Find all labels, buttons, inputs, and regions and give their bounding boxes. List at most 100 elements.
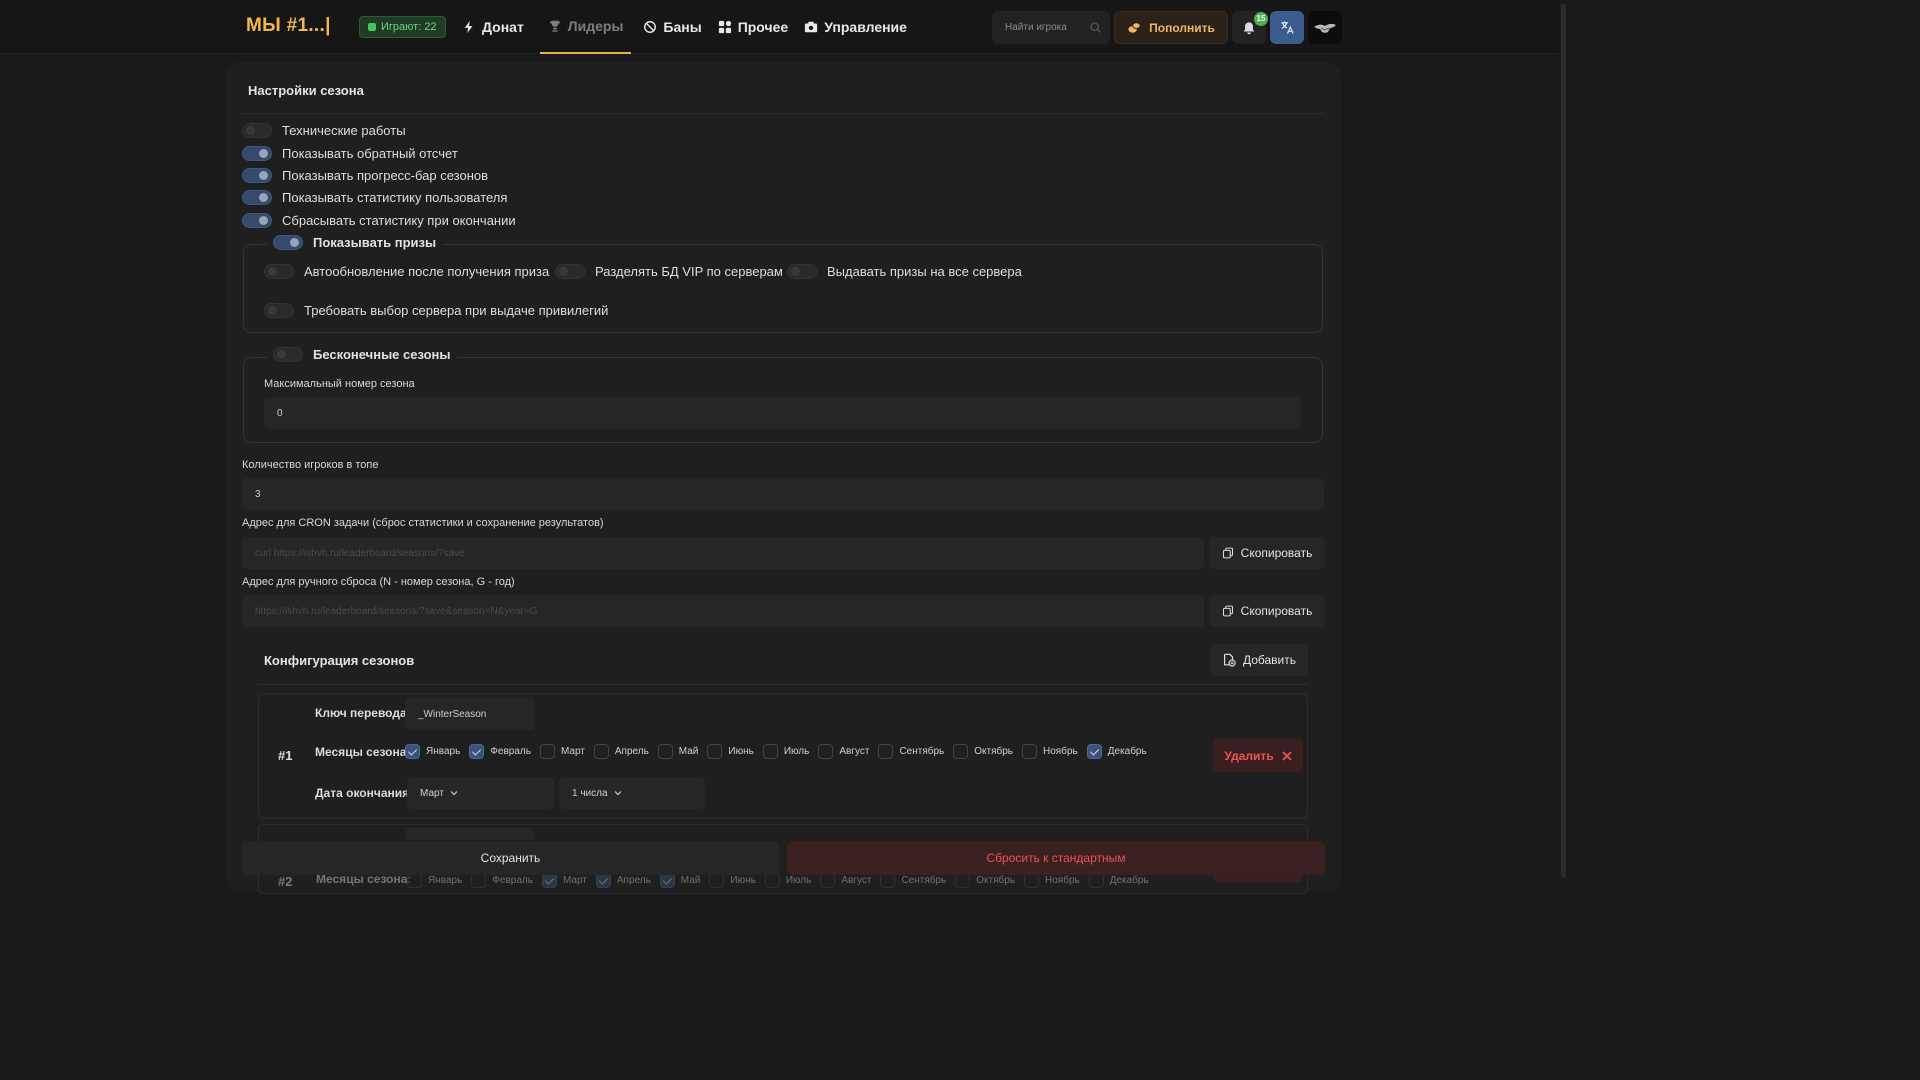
player-search[interactable]: [992, 11, 1110, 44]
end-day-select[interactable]: 1 числа: [559, 777, 705, 809]
delete-season-button[interactable]: Удалить: [1213, 739, 1303, 772]
toggle-switch[interactable]: [242, 168, 272, 183]
checkbox[interactable]: [469, 744, 485, 759]
translation-key-input[interactable]: [405, 828, 535, 840]
checkbox[interactable]: [657, 744, 673, 759]
toggle-switch[interactable]: [273, 347, 303, 362]
month-checkbox-jun[interactable]: Июнь: [707, 744, 754, 759]
month-checkbox-oct[interactable]: Октябрь: [955, 873, 1015, 888]
checkbox[interactable]: [953, 744, 969, 759]
toggle-switch[interactable]: [242, 146, 272, 161]
month-checkbox-sep[interactable]: Сентябрь: [878, 744, 944, 759]
end-month-select[interactable]: Март: [407, 777, 554, 809]
max-season-input[interactable]: 0: [264, 397, 1301, 429]
checkbox[interactable]: [1086, 744, 1102, 759]
topup-button[interactable]: Пополнить: [1114, 11, 1228, 44]
add-season-button[interactable]: Добавить: [1210, 644, 1308, 676]
translation-key-input[interactable]: _WinterSeason: [405, 698, 535, 730]
top-count-input[interactable]: 3: [242, 478, 1324, 510]
checkbox[interactable]: [762, 744, 778, 759]
nav-item-leaders[interactable]: Лидеры: [539, 0, 632, 54]
notifications-button[interactable]: 15: [1232, 11, 1268, 44]
toggle-switch[interactable]: [242, 213, 272, 228]
toggle-maintenance[interactable]: Технические работы: [242, 123, 406, 138]
site-logo[interactable]: МЫ #1...|: [246, 15, 331, 37]
month-checkbox-feb[interactable]: Февраль: [469, 744, 531, 759]
month-checkbox-nov[interactable]: Ноябрь: [1022, 744, 1078, 759]
checkbox[interactable]: [880, 873, 896, 888]
toggle-countdown[interactable]: Показывать обратный отсчет: [242, 146, 458, 161]
nav-item-donate[interactable]: Донат: [454, 0, 532, 54]
month-checkbox-apr[interactable]: Апрель: [595, 873, 651, 888]
reset-defaults-button[interactable]: Сбросить к стандартным: [787, 841, 1325, 875]
checkbox[interactable]: [1088, 873, 1104, 888]
checkbox[interactable]: [878, 744, 894, 759]
toggle-all-servers[interactable]: Выдавать призы на все сервера: [787, 264, 1022, 279]
month-checkbox-jan[interactable]: Январь: [407, 873, 462, 888]
toggle-switch[interactable]: [273, 235, 303, 250]
season-number: #2: [278, 874, 293, 889]
search-input[interactable]: [1005, 22, 1085, 33]
checkbox[interactable]: [709, 873, 725, 888]
copy-cron-button[interactable]: Скопировать: [1209, 537, 1325, 569]
month-checkbox-jun[interactable]: Июнь: [709, 873, 756, 888]
month-checkbox-apr[interactable]: Апрель: [593, 744, 649, 759]
user-avatar[interactable]: [1308, 11, 1342, 44]
month-checkbox-jul[interactable]: Июль: [762, 744, 809, 759]
checkbox[interactable]: [1024, 873, 1040, 888]
toggle-require-server[interactable]: Требовать выбор сервера при выдаче приви…: [264, 303, 608, 318]
checkbox[interactable]: [471, 873, 487, 888]
month-checkbox-dec[interactable]: Декабрь: [1088, 873, 1149, 888]
checkbox[interactable]: [820, 873, 836, 888]
checkbox[interactable]: [818, 744, 834, 759]
month-checkbox-dec[interactable]: Декабрь: [1086, 744, 1147, 759]
month-checkbox-aug[interactable]: Август: [818, 744, 869, 759]
checkbox[interactable]: [707, 744, 723, 759]
month-checkbox-mar[interactable]: Март: [541, 873, 587, 888]
toggle-infinite-seasons[interactable]: Бесконечные сезоны: [267, 347, 457, 362]
checkbox[interactable]: [1022, 744, 1038, 759]
scrollbar-thumb[interactable]: [1561, 4, 1566, 878]
nav-item-bans[interactable]: Баны: [635, 0, 709, 54]
toggle-show-prizes[interactable]: Показывать призы: [267, 235, 443, 250]
language-button[interactable]: [1270, 11, 1304, 44]
copy-manual-button[interactable]: Скопировать: [1209, 595, 1325, 627]
toggle-reset-stats[interactable]: Сбрасывать статистику при окончании: [242, 213, 516, 228]
save-button[interactable]: Сохранить: [242, 841, 779, 875]
toggle-switch[interactable]: [264, 264, 294, 279]
checkbox[interactable]: [955, 873, 971, 888]
month-checkbox-jan[interactable]: Январь: [405, 744, 460, 759]
checkbox[interactable]: [541, 873, 557, 888]
month-checkbox-may[interactable]: Май: [659, 873, 700, 888]
toggle-switch[interactable]: [555, 264, 585, 279]
month-checkbox-mar[interactable]: Март: [539, 744, 585, 759]
checkbox[interactable]: [764, 873, 780, 888]
nav-item-other[interactable]: Прочее: [710, 0, 797, 54]
toggle-switch[interactable]: [264, 303, 294, 318]
toggle-user-stats[interactable]: Показывать статистику пользователя: [242, 190, 507, 205]
search-icon[interactable]: [1089, 21, 1102, 34]
prizes-fieldset: [243, 244, 1323, 333]
checkbox[interactable]: [659, 873, 675, 888]
toggle-auto-refresh[interactable]: Автообновление после получения приза: [264, 264, 549, 279]
month-checkbox-nov[interactable]: Ноябрь: [1024, 873, 1080, 888]
month-checkbox-may[interactable]: Май: [657, 744, 698, 759]
toggle-switch[interactable]: [242, 123, 272, 138]
month-checkbox-sep[interactable]: Сентябрь: [880, 873, 946, 888]
toggle-split-vip-db[interactable]: Разделять БД VIP по серверам: [555, 264, 783, 279]
checkbox[interactable]: [539, 744, 555, 759]
manual-url-input[interactable]: https://ishvh.ru/leaderboard/seasons/?sa…: [242, 595, 1204, 627]
checkbox[interactable]: [595, 873, 611, 888]
toggle-switch[interactable]: [242, 190, 272, 205]
checkbox[interactable]: [405, 744, 420, 759]
toggle-switch[interactable]: [787, 264, 817, 279]
month-checkbox-aug[interactable]: Август: [820, 873, 871, 888]
nav-item-manage[interactable]: Управление: [796, 0, 915, 54]
cron-url-input[interactable]: curl https://ishvh.ru/leaderboard/season…: [242, 537, 1204, 569]
month-checkbox-jul[interactable]: Июль: [764, 873, 811, 888]
checkbox[interactable]: [407, 873, 422, 888]
month-checkbox-oct[interactable]: Октябрь: [953, 744, 1013, 759]
month-checkbox-feb[interactable]: Февраль: [471, 873, 533, 888]
checkbox[interactable]: [593, 744, 609, 759]
toggle-progress-bar[interactable]: Показывать прогресс-бар сезонов: [242, 168, 488, 183]
